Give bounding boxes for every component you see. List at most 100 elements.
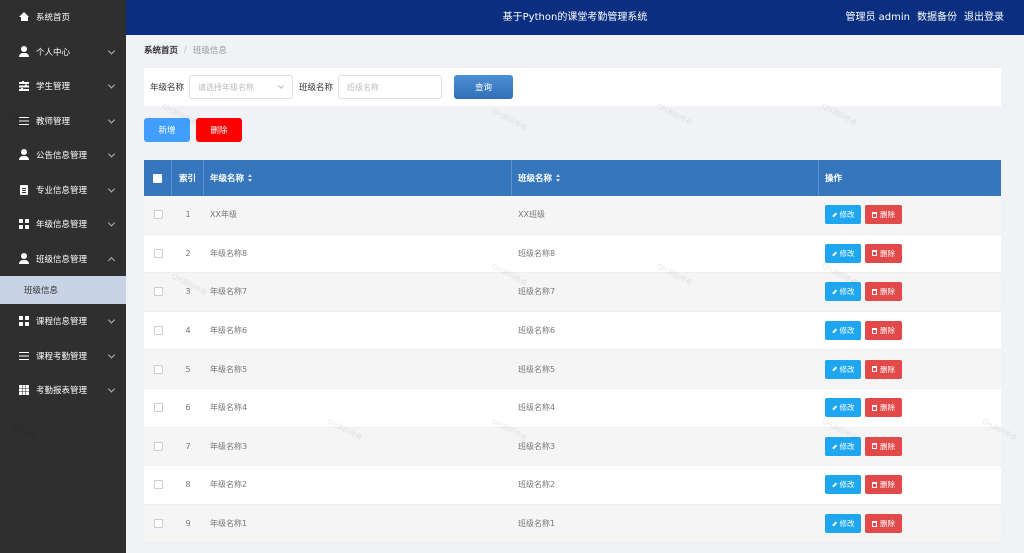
edit-button[interactable]: 修改 [825,321,861,341]
sidebar-item-students[interactable]: 学生管理 [0,69,126,104]
table-row: 6 年级名称4 班级名称4 修改 删除 [144,388,1001,428]
row-checkbox[interactable] [153,364,163,374]
row-checkbox[interactable] [153,248,163,258]
cell-grade: 年级名称7 [210,287,248,297]
edit-label: 修改 [839,248,855,258]
delete-button[interactable]: 删除 [865,475,902,495]
edit-label: 修改 [839,519,855,529]
cell-grade: 年级名称6 [210,326,248,336]
edit-button[interactable]: 修改 [825,243,861,263]
row-checkbox[interactable] [153,441,163,451]
edit-button[interactable]: 修改 [825,475,861,495]
chevron-down-icon [107,150,116,158]
cell-class: 班级名称4 [518,403,556,413]
row-checkbox[interactable] [153,403,163,413]
edit-button[interactable]: 修改 [825,436,861,456]
sidebar-item-profile[interactable]: 个人中心 [0,35,126,70]
breadcrumb-home[interactable]: 系统首页 [144,44,178,56]
cell-grade: 年级名称8 [210,248,248,258]
delete-button[interactable]: 删除 [865,243,902,263]
sidebar-item-label: 课程考勤管理 [36,351,88,362]
trash-icon [872,211,877,218]
sidebar-item-majors[interactable]: 专业信息管理 [0,173,126,208]
cell-class: 班级名称2 [518,480,556,490]
delete-button[interactable]: 删除 [865,436,902,456]
edit-button[interactable]: 修改 [825,282,861,302]
grade-select[interactable]: 请选择年级名称 [189,75,294,99]
batch-delete-button[interactable]: 删除 [196,118,242,142]
cell-index: 3 [185,287,191,297]
cell-grade: XX年级 [210,210,237,220]
cell-index: 7 [185,441,191,451]
sidebar-item-notices[interactable]: 公告信息管理 [0,138,126,173]
delete-button[interactable]: 删除 [865,205,902,225]
trash-icon [872,443,877,450]
edit-label: 修改 [839,210,855,220]
pencil-icon [831,521,837,526]
delete-button[interactable]: 删除 [865,398,902,418]
class-input-placeholder: 班级名称 [347,82,380,92]
table-row: 1 XX年级 XX班级 修改 删除 [144,196,1001,235]
delete-button[interactable]: 删除 [865,321,902,341]
sidebar-item-label: 考勤报表管理 [36,386,88,397]
sidebar: 系统首页 个人中心 学生管理 教师管理 公告信息管理 专业信息管理 年级信息管理… [0,0,126,553]
edit-button[interactable]: 修改 [825,359,861,379]
class-name-input[interactable]: 班级名称 [338,75,443,99]
sidebar-item-home[interactable]: 系统首页 [0,0,126,35]
row-checkbox[interactable] [153,326,163,336]
sidebar-item-label: 个人中心 [36,47,71,58]
class-label: 班级名称 [299,83,334,93]
grade-select-placeholder: 请选择年级名称 [198,82,255,92]
edit-button[interactable]: 修改 [825,514,861,534]
table-row: 9 年级名称1 班级名称1 修改 删除 [144,504,1001,544]
sidebar-item-reports[interactable]: 考勤报表管理 [0,373,126,408]
edit-button[interactable]: 修改 [825,398,861,418]
add-button[interactable]: 新增 [144,118,190,142]
sidebar-item-grades[interactable]: 年级信息管理 [0,207,126,242]
sidebar-subitem-class-info[interactable]: 班级信息 [0,276,126,304]
sidebar-item-teachers[interactable]: 教师管理 [0,104,126,139]
sort-icon[interactable] [556,174,561,182]
sidebar-item-courses[interactable]: 课程信息管理 [0,304,126,339]
trash-icon [872,288,877,295]
query-button[interactable]: 查询 [454,75,514,99]
chevron-down-icon [107,81,116,89]
table-row: 2 年级名称8 班级名称8 修改 删除 [144,234,1001,274]
delete-label: 删除 [880,480,895,490]
delete-button[interactable]: 删除 [865,359,902,379]
logout-link[interactable]: 退出登录 [964,0,1004,35]
user-icon [18,252,30,265]
row-checkbox[interactable] [153,210,163,220]
current-user: 管理员 admin [845,12,910,23]
header-grade-label: 年级名称 [210,174,245,184]
header-grade[interactable]: 年级名称 [204,160,512,196]
sliders-icon [18,80,30,92]
header-class[interactable]: 班级名称 [512,160,819,196]
sort-icon[interactable] [248,174,253,182]
edit-button[interactable]: 修改 [825,205,861,225]
sidebar-item-label: 系统首页 [36,13,71,24]
row-checkbox[interactable] [153,287,163,297]
edit-label: 修改 [839,326,855,336]
user-icon [18,45,30,58]
row-checkbox[interactable] [153,480,163,490]
chevron-down-icon [107,316,116,324]
delete-button[interactable]: 删除 [865,514,902,534]
delete-button[interactable]: 删除 [865,282,902,302]
cell-grade: 年级名称4 [210,403,248,413]
pencil-icon [831,328,837,333]
home-icon [18,11,30,23]
select-all-checkbox[interactable] [153,173,162,183]
trash-icon [872,481,877,488]
backup-link[interactable]: 数据备份 [917,0,957,35]
header-class-label: 班级名称 [518,174,553,184]
sidebar-item-attendance[interactable]: 课程考勤管理 [0,339,126,374]
trash-icon [872,250,877,257]
cell-index: 4 [185,326,191,336]
delete-label: 删除 [880,326,895,336]
row-checkbox[interactable] [153,519,163,529]
sidebar-item-classes[interactable]: 班级信息管理 [0,242,126,277]
trash-icon [872,366,877,373]
delete-label: 删除 [880,364,895,374]
chevron-down-icon [107,116,116,124]
